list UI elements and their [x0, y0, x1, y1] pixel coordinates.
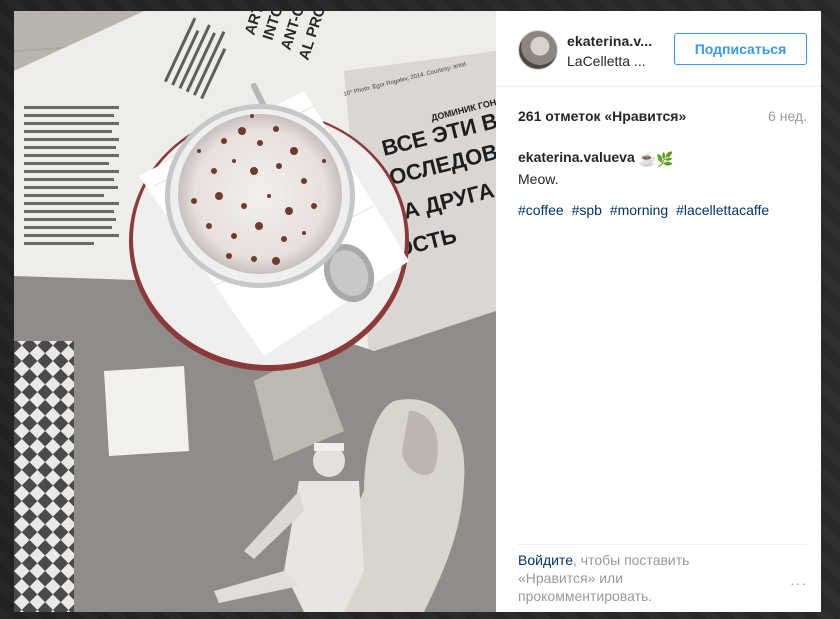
- post-header: ekaterina.v... LaCelletta ... Подписатьс…: [496, 11, 821, 87]
- caption-username[interactable]: ekaterina.valueva: [518, 149, 635, 165]
- more-options-icon[interactable]: ···: [790, 574, 807, 592]
- caption-text: Meow.: [518, 171, 559, 187]
- location-link[interactable]: LaCelletta ...: [567, 53, 652, 69]
- hashtag-link[interactable]: #morning: [610, 202, 668, 218]
- user-block: ekaterina.v... LaCelletta ...: [567, 33, 652, 69]
- post-photo: ART WHEN INTO AN ANT-GARDE AL PROJECT ДО…: [14, 11, 496, 612]
- hashtag-link[interactable]: #spb: [572, 202, 602, 218]
- post-time[interactable]: 6 нед.: [768, 108, 807, 124]
- coffee-newspaper-image: ART WHEN INTO AN ANT-GARDE AL PROJECT ДО…: [14, 11, 496, 612]
- hashtags: #coffee #spb #morning #lacellettacaffe: [518, 202, 773, 218]
- username-link[interactable]: ekaterina.v...: [567, 33, 652, 49]
- login-text-3: прокомментировать.: [518, 588, 653, 604]
- hashtag-link[interactable]: #coffee: [518, 202, 564, 218]
- post-sidebar: ekaterina.v... LaCelletta ... Подписатьс…: [496, 11, 821, 612]
- post-modal: ART WHEN INTO AN ANT-GARDE AL PROJECT ДО…: [14, 11, 821, 612]
- follow-button[interactable]: Подписаться: [674, 33, 807, 65]
- avatar[interactable]: [518, 30, 558, 70]
- hashtag-link[interactable]: #lacellettacaffe: [676, 202, 769, 218]
- login-prompt: Войдите, чтобы поставить «Нравится» или …: [518, 544, 807, 605]
- likes-row: 261 отметок «Нравится» 6 нед.: [518, 108, 807, 124]
- coffee-leaf-icon: ☕🌿: [638, 151, 674, 167]
- caption: ekaterina.valueva ☕🌿 Meow.: [518, 147, 674, 189]
- likes-count[interactable]: 261 отметок «Нравится»: [518, 108, 686, 124]
- login-link[interactable]: Войдите: [518, 552, 573, 568]
- login-text-2: «Нравится» или: [518, 570, 624, 586]
- login-text-1: , чтобы поставить: [572, 552, 690, 568]
